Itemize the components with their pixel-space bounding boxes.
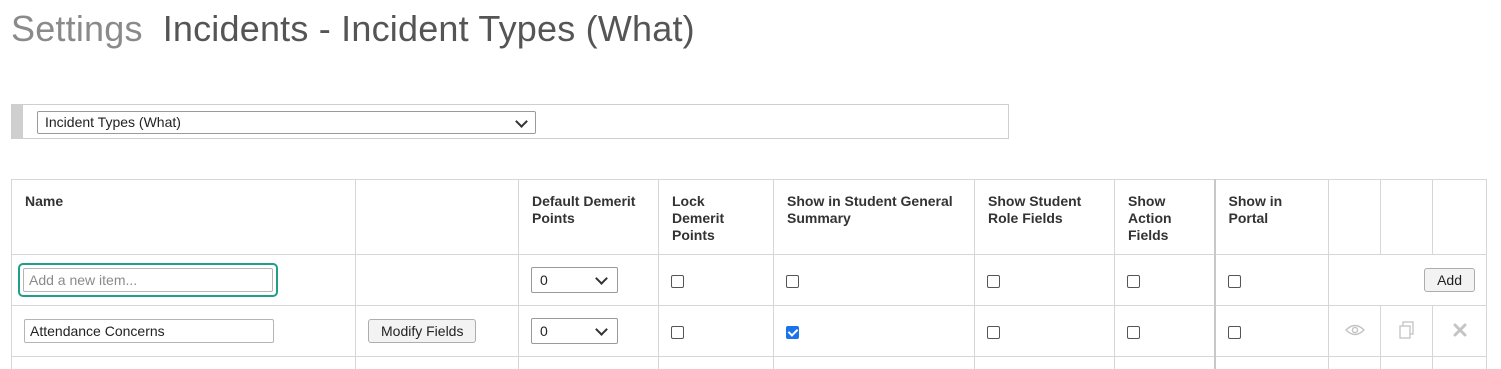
new-lock-checkbox[interactable]	[671, 274, 684, 288]
chevron-down-icon	[595, 323, 608, 336]
type-select[interactable]: Incident Types (What)	[37, 111, 536, 134]
col-header-show-action: Show Action Fields	[1114, 179, 1215, 255]
page-title: Settings Incidents - Incident Types (What…	[11, 8, 695, 50]
new-show-summary-checkbox[interactable]	[786, 274, 799, 288]
new-show-action-checkbox[interactable]	[1127, 274, 1140, 288]
new-item-row: Add a new item... 0 Add	[11, 254, 1487, 306]
col-header-name: Name	[11, 179, 356, 255]
new-item-name-cell: Add a new item...	[11, 254, 356, 306]
eye-icon[interactable]	[1344, 323, 1365, 339]
col-header-show-portal: Show in Portal	[1213, 179, 1329, 255]
focus-ring: Add a new item...	[18, 263, 278, 297]
selector-accent	[12, 105, 23, 138]
show-summary-checkbox[interactable]	[786, 325, 799, 339]
add-button[interactable]: Add	[1424, 268, 1475, 292]
lock-checkbox[interactable]	[671, 325, 684, 339]
delete-icon[interactable]	[1453, 323, 1467, 340]
new-item-input[interactable]: Add a new item...	[23, 268, 273, 292]
show-action-checkbox[interactable]	[1127, 325, 1140, 339]
table-row: Attendance Concerns Modify Fields 0	[11, 305, 1487, 357]
item-name-input[interactable]: Attendance Concerns	[24, 319, 274, 343]
copy-icon[interactable]	[1398, 320, 1415, 342]
new-show-portal-checkbox[interactable]	[1227, 274, 1241, 288]
col-header-lock-points: Lock Demerit Points	[658, 179, 774, 255]
col-header-view	[1328, 179, 1381, 255]
col-header-copy	[1380, 179, 1433, 255]
chevron-down-icon	[595, 272, 608, 285]
chevron-down-icon	[515, 115, 528, 128]
new-default-points-select[interactable]: 0	[531, 267, 618, 293]
type-select-value: Incident Types (What)	[45, 114, 181, 130]
col-header-actions	[355, 179, 519, 255]
col-header-delete	[1432, 179, 1487, 255]
show-portal-checkbox[interactable]	[1227, 325, 1241, 339]
new-show-role-checkbox[interactable]	[987, 274, 1000, 288]
breadcrumb-settings[interactable]: Settings	[11, 8, 143, 49]
header-row: Name Default Demerit Points Lock Demerit…	[11, 179, 1487, 255]
table-row-partial	[11, 356, 1487, 369]
show-role-checkbox[interactable]	[987, 325, 1000, 339]
col-header-show-summary: Show in Student General Summary	[773, 179, 975, 255]
col-header-show-role: Show Student Role Fields	[974, 179, 1115, 255]
modify-fields-button[interactable]: Modify Fields	[368, 319, 477, 343]
col-header-default-points: Default Demerit Points	[518, 179, 659, 255]
page-heading: Incidents - Incident Types (What)	[162, 8, 695, 49]
incident-types-table: Name Default Demerit Points Lock Demerit…	[11, 179, 1487, 369]
type-selector-bar: Incident Types (What)	[11, 104, 1009, 139]
default-points-select[interactable]: 0	[531, 318, 618, 344]
